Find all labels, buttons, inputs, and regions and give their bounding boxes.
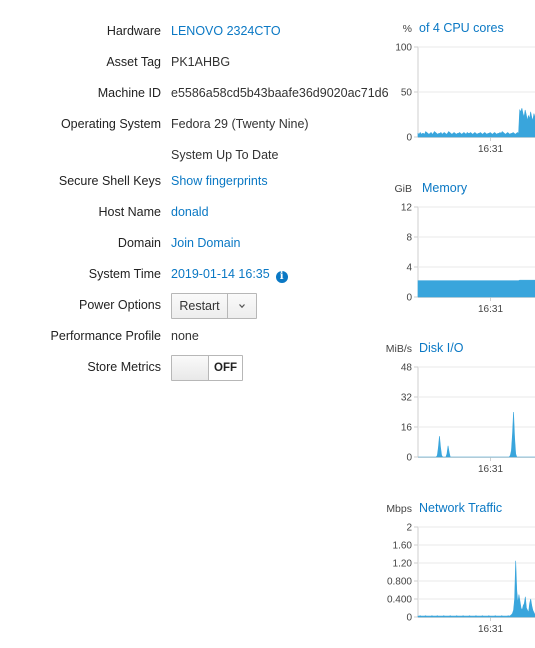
x-tick-label: 16:31 (478, 304, 503, 315)
series-area (418, 411, 535, 458)
y-tick-label: 1.20 (393, 559, 413, 570)
machine-id-value: e5586a58cd5b43baafe36d9020ac71d6 (171, 86, 389, 100)
show-fingerprints-link[interactable]: Show fingerprints (171, 174, 268, 188)
y-tick-label: 0 (406, 613, 412, 624)
y-tick-label: 1.60 (393, 541, 413, 552)
power-options-toggle[interactable] (228, 294, 256, 318)
y-tick-label: 12 (401, 203, 413, 214)
os-update-status: System Up To Date (171, 148, 279, 162)
disk-io-graph-title[interactable]: Disk I/O (419, 341, 463, 355)
x-tick-label: 16:31 (478, 624, 503, 635)
store-metrics-label: Store Metrics (87, 360, 161, 374)
memory-unit: GiB (394, 183, 412, 195)
hardware-label: Hardware (106, 24, 161, 38)
switch-state: OFF (214, 362, 237, 374)
switch-knob (172, 356, 209, 380)
os-label: Operating System (60, 117, 161, 131)
network-graph-title[interactable]: Network Traffic (419, 501, 502, 515)
performance-profile-label: Performance Profile (50, 329, 161, 343)
memory-graph-plot: 12 8 4 0 16:31 (401, 203, 535, 315)
y-tick-label: 100 (395, 43, 412, 54)
series-area (417, 108, 535, 138)
machine-id-label: Machine ID (97, 86, 161, 100)
y-tick-label: 0 (406, 453, 412, 464)
asset-tag-value: PK1AHBG (171, 55, 231, 69)
host-name-link[interactable]: donald (171, 205, 209, 219)
disk-unit: MiB/s (385, 343, 412, 355)
info-icon[interactable]: i (275, 271, 288, 283)
power-options-label: Power Options (79, 298, 161, 312)
y-tick-label: 0.800 (387, 577, 412, 588)
y-tick-label: 0 (406, 293, 412, 304)
cpu-graph-plot: 100 50 0 16:31 (395, 43, 535, 155)
y-tick-label: 8 (406, 233, 412, 244)
disk-io-graph-plot: 48 32 16 0 16:31 (401, 363, 535, 475)
network-unit: Mbps (386, 503, 412, 515)
system-time-label: System Time (88, 267, 161, 281)
series-area (417, 560, 535, 618)
y-tick-label: 50 (401, 88, 413, 99)
cpu-unit: % (402, 23, 412, 35)
cpu-graph-title[interactable]: of 4 CPU cores (419, 21, 504, 35)
ssh-keys-label: Secure Shell Keys (58, 174, 161, 188)
series-area (417, 279, 535, 298)
restart-button[interactable]: Restart (172, 294, 228, 318)
asset-tag-label: Asset Tag (106, 55, 161, 69)
y-tick-label: 32 (401, 393, 413, 404)
memory-graph-title[interactable]: Memory (422, 181, 467, 195)
x-tick-label: 16:31 (478, 144, 503, 155)
join-domain-link[interactable]: Join Domain (171, 236, 240, 250)
host-name-label: Host Name (98, 205, 161, 219)
y-tick-label: 0.400 (387, 595, 412, 606)
y-tick-label: 4 (406, 263, 412, 274)
chevron-down-icon (239, 304, 245, 309)
power-options-dropdown: Restart (171, 293, 257, 319)
os-value: Fedora 29 (Twenty Nine) (171, 117, 309, 131)
system-time-row: 2019-01-14 16:35 i (171, 267, 288, 283)
y-tick-label: 2 (406, 523, 412, 534)
y-tick-label: 48 (401, 363, 413, 374)
performance-profile-link[interactable]: none (171, 329, 199, 343)
system-time-link[interactable]: 2019-01-14 16:35 (171, 267, 270, 281)
y-tick-label: 16 (401, 423, 413, 434)
hardware-link[interactable]: LENOVO 2324CTO (171, 24, 281, 38)
y-tick-label: 0 (406, 133, 412, 144)
network-graph-plot: 2 1.60 1.20 0.800 0.400 0 16:31 (387, 523, 535, 635)
x-tick-label: 16:31 (478, 464, 503, 475)
store-metrics-switch[interactable]: OFF (171, 355, 243, 381)
domain-label: Domain (117, 236, 161, 250)
